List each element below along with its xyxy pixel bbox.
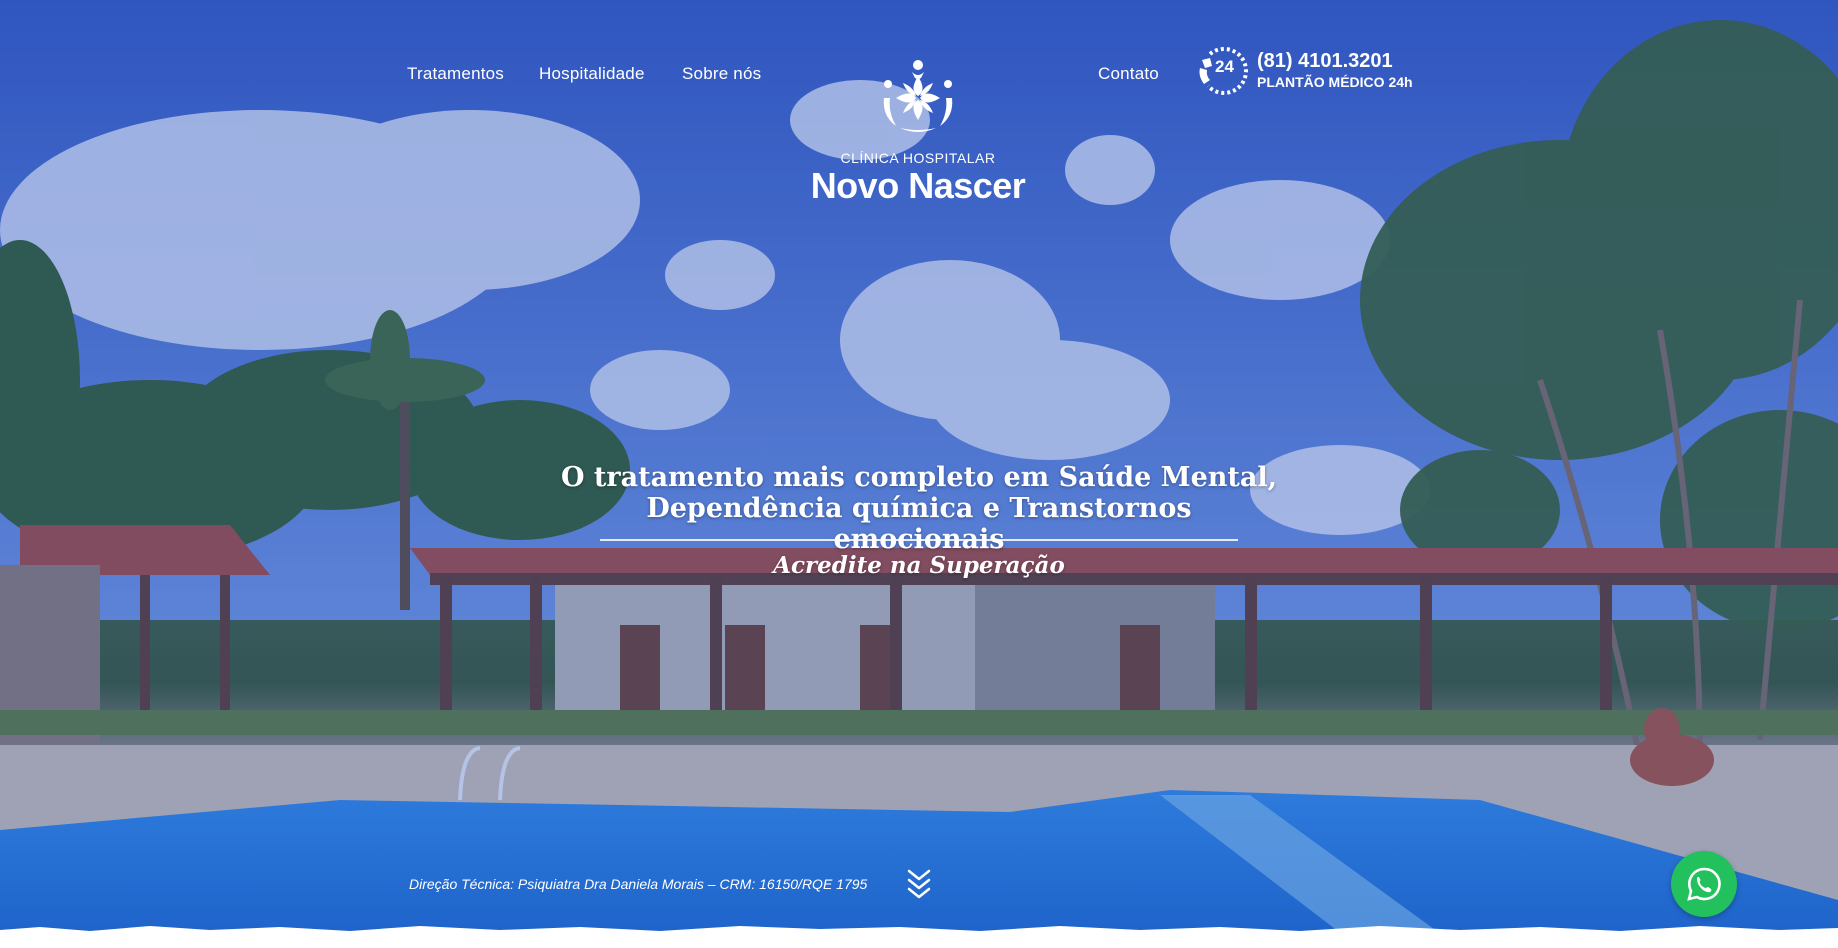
flower-emblem-icon [883,60,953,132]
hero-headline: O tratamento mais completo em Saúde Ment… [560,462,1278,555]
technical-direction-text: Direção Técnica: Psiquiatra Dra Daniela … [409,876,868,892]
whatsapp-button[interactable] [1671,851,1737,917]
phone-number[interactable]: (81) 4101.3201 [1257,50,1393,73]
phone-subtitle: PLANTÃO MÉDICO 24h [1257,74,1413,90]
torn-paper-edge [0,926,1838,948]
hero-tagline: Acredite na Superação [773,552,1065,579]
nav-link-contato[interactable]: Contato [1098,64,1159,84]
whatsapp-icon [1687,867,1721,901]
nav-link-sobre-nos[interactable]: Sobre nós [682,64,761,84]
emergency-phone[interactable]: 24 (81) 4101.3201 PLANTÃO MÉDICO 24h [1196,46,1426,98]
nav-link-hospitalidade[interactable]: Hospitalidade [539,64,645,84]
hero-section: Tratamentos Hospitalidade Sobre nós Cont… [0,0,1838,948]
24-badge: 24 [1215,57,1234,76]
headline-line-1: O tratamento mais completo em Saúde Ment… [560,462,1277,493]
24h-phone-icon: 24 [1199,46,1249,95]
chevron-down-triple-icon[interactable] [906,867,932,901]
logo-name: Novo Nascer [810,165,1026,206]
headline-line-2: Dependência química e Transtornos emocio… [646,493,1192,555]
logo-kicker: CLÍNICA HOSPITALAR [840,150,996,166]
headline-divider [600,539,1238,541]
nav-link-tratamentos[interactable]: Tratamentos [407,64,504,84]
logo[interactable]: CLÍNICA HOSPITALAR Novo Nascer [805,58,1031,208]
